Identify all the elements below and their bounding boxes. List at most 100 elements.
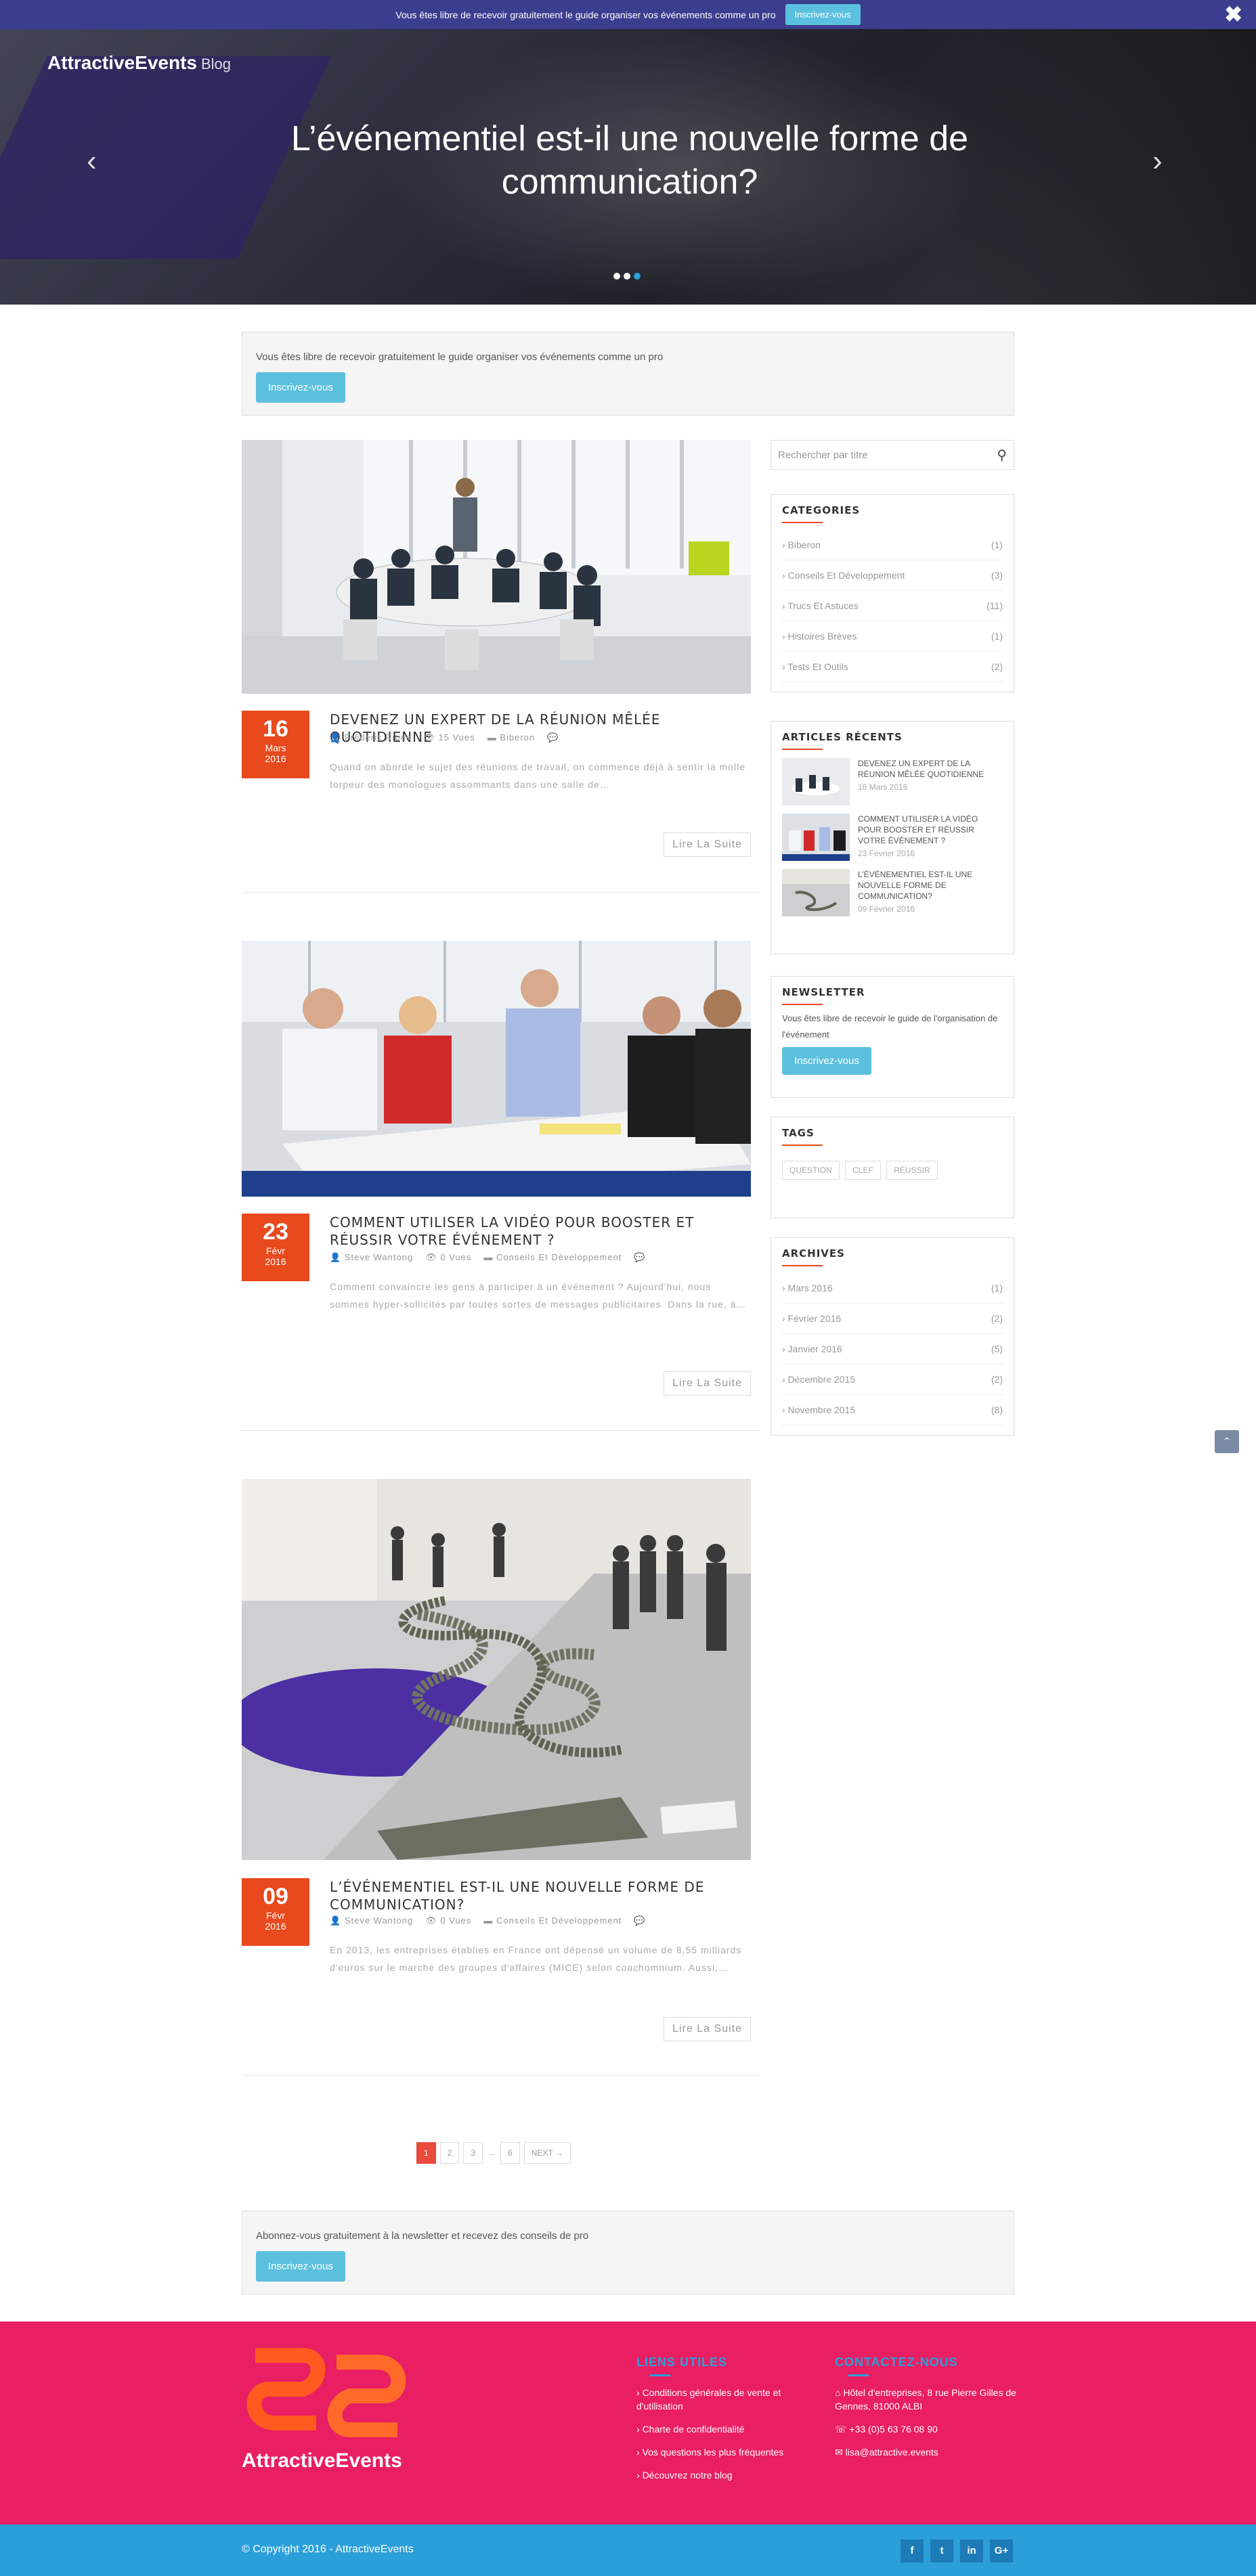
read-more-button[interactable]: Lire La Suite (664, 2017, 751, 2041)
page-link-current[interactable]: 1 (416, 2142, 436, 2164)
tag-item[interactable]: réussir (886, 1161, 938, 1180)
comment-icon[interactable]: 💬 (634, 1252, 645, 1263)
tags-title: Tags (782, 1127, 1003, 1146)
post-image[interactable] (242, 440, 751, 694)
archive-item[interactable]: › Janvier 2016 (5) (782, 1334, 1003, 1364)
post-category[interactable]: ▬ Conseils Et Développement (483, 1915, 622, 1926)
scroll-to-top-button[interactable]: ⌃ (1215, 1430, 1239, 1453)
post-category-name: Biberon (500, 732, 536, 742)
archive-name: › Janvier 2016 (782, 1343, 842, 1354)
footer-link[interactable]: › Conditions générales de vente et d'uti… (636, 2386, 799, 2413)
recent-article-title[interactable]: Devenez un expert de la réunion mêlée qu… (858, 758, 1003, 780)
archive-count: (2) (991, 1374, 1003, 1385)
recent-article[interactable]: Comment utiliser la vidéo pour booster e… (782, 814, 1003, 861)
contact-title: Contactez-nous (835, 2355, 1018, 2376)
post-author[interactable]: 👤 Steve Wantong (330, 1252, 413, 1263)
category-name: › Conseils Et Développement (782, 570, 905, 581)
archive-item[interactable]: › Mars 2016 (1) (782, 1273, 1003, 1304)
promo-box-top: Vous êtes libre de recevoir gratuitement… (242, 332, 1014, 416)
recent-article-date: 09 Février 2016 (858, 904, 915, 914)
topbar-subscribe-button[interactable]: Inscrivez-vous (785, 4, 861, 25)
post-year: 2016 (265, 1256, 286, 1267)
archive-item[interactable]: › Février 2016 (2) (782, 1304, 1003, 1334)
category-count: (11) (987, 600, 1003, 611)
site-logo[interactable]: AttractiveEvents Blog (47, 52, 231, 74)
blog-post: 16 Mars 2016 Devenez un expert de la réu… (242, 440, 751, 860)
recent-article-thumbnail[interactable] (782, 814, 850, 861)
chevron-left-icon[interactable]: ‹ (87, 144, 97, 178)
promo-subscribe-button[interactable]: Inscrivez-vous (256, 2251, 345, 2282)
recent-article-title[interactable]: Comment utiliser la vidéo pour booster e… (858, 814, 1003, 846)
contact-phone[interactable]: ☏ +33 (0)5 63 76 08 90 (835, 2422, 1018, 2436)
footer-brand: AttractiveEvents (242, 2449, 402, 2472)
newsletter-subscribe-button[interactable]: Inscrivez-vous (782, 1047, 871, 1075)
close-icon[interactable]: ✖ (1224, 1, 1242, 27)
email-text: lisa@attractive.events (845, 2447, 938, 2458)
recent-article[interactable]: L’événementiel est-il une nouvelle forme… (782, 869, 1003, 916)
google-plus-icon[interactable]: G+ (990, 2539, 1013, 2562)
linkedin-icon[interactable]: in (960, 2539, 983, 2562)
slider-dot-3[interactable] (634, 273, 641, 280)
promo-subscribe-button[interactable]: Inscrivez-vous (256, 372, 345, 403)
search-input[interactable]: Rechercher par titre ⚲ (771, 440, 1014, 470)
recent-article-title[interactable]: L’événementiel est-il une nouvelle forme… (858, 869, 1003, 902)
sidebar: Rechercher par titre ⚲ Categories › Bibe… (771, 440, 1014, 1455)
archive-item[interactable]: › Décembre 2015 (2) (782, 1364, 1003, 1395)
post-excerpt: Comment convaincre les gens à participer… (330, 1281, 747, 1310)
category-item[interactable]: › Biberon (1) (782, 530, 1003, 560)
next-page-button[interactable]: NEXT → (523, 2142, 571, 2164)
category-item[interactable]: › Trucs Et Astuces (11) (782, 591, 1003, 621)
post-category[interactable]: ▬ Biberon (488, 732, 535, 743)
post-author-name: Frédéric Ribes (344, 732, 412, 742)
search-icon[interactable]: ⚲ (997, 447, 1007, 464)
page-link[interactable]: 6 (500, 2142, 520, 2164)
chevron-right-icon[interactable]: › (1152, 144, 1163, 178)
search-placeholder: Rechercher par titre (778, 449, 868, 461)
newsletter-text: Vous êtes libre de recevoir le guide de … (782, 1013, 998, 1040)
category-item[interactable]: › Tests Et Outils (2) (782, 652, 1003, 682)
tag-item[interactable]: question (782, 1161, 840, 1180)
post-author-name: Steve Wantong (344, 1915, 414, 1926)
recent-article-thumbnail[interactable] (782, 869, 850, 916)
category-count: (2) (991, 661, 1003, 672)
slider-title: L’événementiel est-il une nouvelle forme… (290, 119, 969, 202)
newsletter-widget: Newsletter Vous êtes libre de recevoir l… (771, 976, 1014, 1098)
post-author[interactable]: 👤 Steve Wantong (330, 1915, 413, 1926)
facebook-icon[interactable]: f (901, 2539, 924, 2562)
useful-links: Liens utiles › Conditions générales de v… (636, 2355, 799, 2491)
footer-link[interactable]: › Vos questions les plus fréquentes (636, 2445, 799, 2459)
recent-article-thumbnail[interactable] (782, 758, 850, 805)
category-item[interactable]: › Conseils Et Développement (3) (782, 560, 1003, 591)
recent-article[interactable]: Devenez un expert de la réunion mêlée qu… (782, 758, 1003, 805)
post-image[interactable] (242, 1479, 751, 1860)
phone-icon: ☏ (835, 2424, 847, 2435)
category-item[interactable]: › Histoires Brèves (1) (782, 621, 1003, 652)
contact-email[interactable]: ✉ lisa@attractive.events (835, 2445, 1018, 2459)
footer-link[interactable]: › Charte de confidentialité (636, 2422, 799, 2436)
page-link[interactable]: 2 (439, 2142, 460, 2164)
recent-article-date: 16 Mars 2016 (858, 782, 908, 792)
footer-logo-mark (246, 2348, 406, 2437)
useful-links-title: Liens utiles (636, 2355, 799, 2376)
slider-dot-1[interactable] (613, 273, 620, 280)
footer-link[interactable]: › Découvrez notre blog (636, 2468, 799, 2482)
pagination: 1 2 3 ... 6 NEXT → (416, 2142, 571, 2164)
recent-articles-widget: Articles récents Devenez un expert de la… (771, 721, 1014, 954)
tags-widget: Tags question clef réussir (771, 1117, 1014, 1218)
post-category[interactable]: ▬ Conseils Et Développement (483, 1252, 622, 1263)
read-more-button[interactable]: Lire La Suite (664, 832, 751, 857)
tag-item[interactable]: clef (845, 1161, 881, 1180)
post-author[interactable]: 👤 Frédéric Ribes (330, 732, 411, 743)
footer-logo[interactable]: AttractiveEvents (242, 2342, 411, 2477)
post-image[interactable] (242, 941, 751, 1197)
twitter-icon[interactable]: t (930, 2539, 953, 2562)
comment-icon[interactable]: 💬 (547, 732, 559, 743)
slider-dot-2[interactable] (624, 273, 630, 280)
read-more-button[interactable]: Lire La Suite (664, 1371, 751, 1396)
page-link[interactable]: 3 (463, 2142, 483, 2164)
comment-icon[interactable]: 💬 (634, 1915, 645, 1926)
archive-item[interactable]: › Novembre 2015 (8) (782, 1395, 1003, 1425)
post-month: Mars (265, 742, 286, 753)
post-title[interactable]: Comment utiliser la vidéo pour booster e… (330, 1214, 750, 1249)
post-title[interactable]: L’événementiel est-il une nouvelle forme… (330, 1878, 750, 1913)
